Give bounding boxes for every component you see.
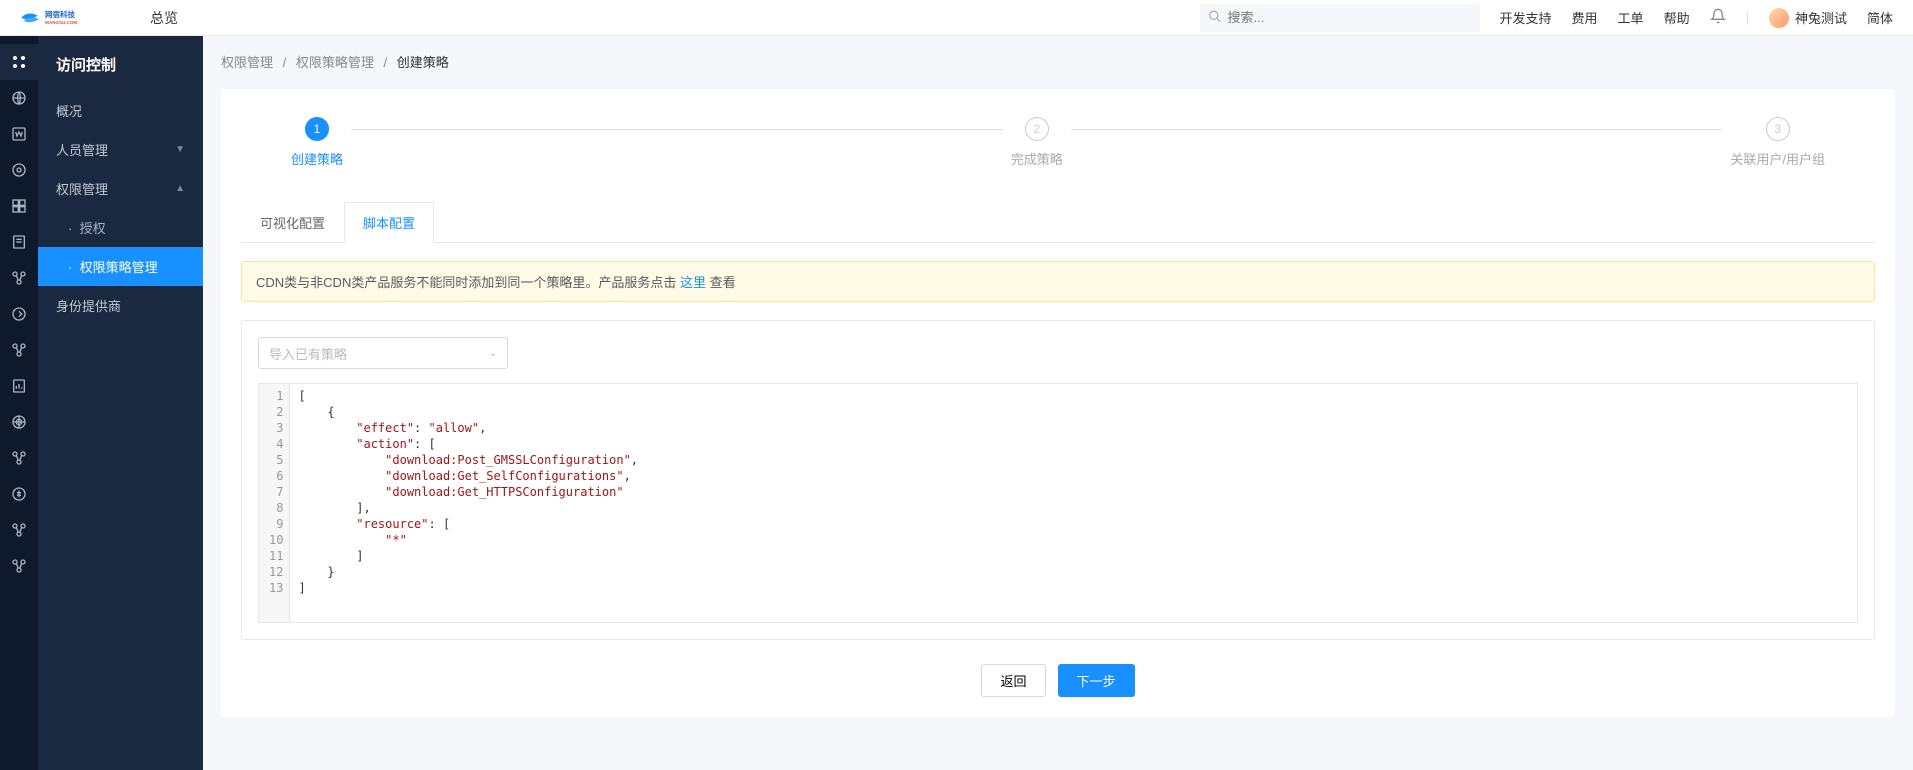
breadcrumb-item[interactable]: 权限策略管理 xyxy=(296,55,374,70)
header-link-help[interactable]: 帮助 xyxy=(1664,8,1690,27)
step-circle: 3 xyxy=(1766,117,1790,141)
search-box xyxy=(1200,4,1480,32)
rail-item-nodes[interactable] xyxy=(0,260,38,296)
back-button[interactable]: 返回 xyxy=(981,664,1045,697)
sidebar-item-label: 身份提供商 xyxy=(56,296,121,315)
line-gutter: 12345678910111213 xyxy=(259,384,290,622)
header-link-ticket[interactable]: 工单 xyxy=(1618,8,1644,27)
select-placeholder: 导入已有策略 xyxy=(269,344,347,363)
user-menu[interactable]: 神兔测试 xyxy=(1769,8,1847,28)
top-header: 网宿科技 WANGSU.COM 总览 开发支持 费用 工单 帮助 | 神兔测试 … xyxy=(0,0,1913,36)
alert-link[interactable]: 这里 xyxy=(680,275,706,290)
rail-item-cluster[interactable] xyxy=(0,332,38,368)
step-2: 2 完成策略 xyxy=(1011,117,1063,168)
rail-item-network[interactable] xyxy=(0,440,38,476)
language-switch[interactable]: 简体 xyxy=(1867,8,1893,27)
tabs: 可视化配置 脚本配置 xyxy=(241,202,1875,243)
step-3: 3 关联用户/用户组 xyxy=(1730,117,1825,168)
rail-item-apps[interactable] xyxy=(0,44,38,80)
breadcrumb: 权限管理 / 权限策略管理 / 创建策略 xyxy=(221,52,1895,71)
rail-item-report[interactable] xyxy=(0,368,38,404)
divider: | xyxy=(1746,10,1749,25)
rail-item-extra[interactable] xyxy=(0,548,38,584)
sidebar-subitem-policy[interactable]: · 权限策略管理 xyxy=(38,247,203,286)
breadcrumb-sep: / xyxy=(384,55,388,70)
rail-item-w[interactable] xyxy=(0,116,38,152)
search-input[interactable] xyxy=(1200,4,1480,32)
sidebar-item-idp[interactable]: 身份提供商 xyxy=(38,286,203,325)
chevron-up-icon: ▲ xyxy=(175,183,185,194)
step-label: 创建策略 xyxy=(291,149,343,168)
code-editor[interactable]: 12345678910111213 [ { "effect": "allow",… xyxy=(258,383,1858,623)
bullet-icon: · xyxy=(68,260,72,275)
username: 神兔测试 xyxy=(1795,8,1847,27)
svg-text:WANGSU.COM: WANGSU.COM xyxy=(45,20,77,25)
step-1: 1 创建策略 xyxy=(291,117,343,168)
chevron-down-icon: ⌄ xyxy=(489,348,497,359)
step-line xyxy=(351,129,1003,130)
sidebar: 访问控制 概况 人员管理 ▼ 权限管理 ▲ · 授权 · 权限策略管理 身份提供… xyxy=(38,36,203,770)
sidebar-item-label: 人员管理 xyxy=(56,140,108,159)
rail-item-grid[interactable] xyxy=(0,188,38,224)
rail-item-doc[interactable] xyxy=(0,224,38,260)
rail-item-cash[interactable] xyxy=(0,476,38,512)
breadcrumb-sep: / xyxy=(283,55,287,70)
rail-item-more[interactable] xyxy=(0,512,38,548)
tab-visual[interactable]: 可视化配置 xyxy=(241,202,344,243)
header-link-dev[interactable]: 开发支持 xyxy=(1500,8,1552,27)
sidebar-title: 访问控制 xyxy=(38,50,203,91)
sidebar-subitem-authorize[interactable]: · 授权 xyxy=(38,208,203,247)
rail-item-radar[interactable] xyxy=(0,404,38,440)
header-link-fee[interactable]: 费用 xyxy=(1572,8,1598,27)
sidebar-item-label: 权限管理 xyxy=(56,179,108,198)
step-circle: 1 xyxy=(305,117,329,141)
rail-item-shield[interactable] xyxy=(0,152,38,188)
sidebar-item-overview[interactable]: 概况 xyxy=(38,91,203,130)
step-label: 关联用户/用户组 xyxy=(1730,149,1825,168)
tab-script[interactable]: 脚本配置 xyxy=(344,202,434,243)
button-row: 返回 下一步 xyxy=(241,664,1875,697)
breadcrumb-item[interactable]: 权限管理 xyxy=(221,55,273,70)
step-line xyxy=(1071,129,1723,130)
info-alert: CDN类与非CDN类产品服务不能同时添加到同一个策略里。产品服务点击 这里 查看 xyxy=(241,261,1875,302)
content: 权限管理 / 权限策略管理 / 创建策略 1 创建策略 2 完成策略 3 xyxy=(203,36,1913,770)
nav-overview[interactable]: 总览 xyxy=(150,8,178,28)
bell-icon[interactable] xyxy=(1710,8,1726,27)
sidebar-item-people[interactable]: 人员管理 ▼ xyxy=(38,130,203,169)
alert-text: CDN类与非CDN类产品服务不能同时添加到同一个策略里。产品服务点击 xyxy=(256,275,680,290)
import-policy-select[interactable]: 导入已有策略 ⌄ xyxy=(258,337,508,369)
steps: 1 创建策略 2 完成策略 3 关联用户/用户组 xyxy=(241,109,1875,178)
bullet-icon: · xyxy=(68,221,72,236)
next-button[interactable]: 下一步 xyxy=(1058,664,1135,697)
sidebar-item-permission[interactable]: 权限管理 ▲ xyxy=(38,169,203,208)
logo-image: 网宿科技 WANGSU.COM xyxy=(20,8,120,28)
svg-text:网宿科技: 网宿科技 xyxy=(45,9,75,19)
logo[interactable]: 网宿科技 WANGSU.COM xyxy=(20,8,120,28)
step-circle: 2 xyxy=(1025,117,1049,141)
breadcrumb-item: 创建策略 xyxy=(397,55,449,70)
step-label: 完成策略 xyxy=(1011,149,1063,168)
chevron-down-icon: ▼ xyxy=(175,144,185,155)
main-card: 1 创建策略 2 完成策略 3 关联用户/用户组 可视化配置 脚本配置 xyxy=(221,89,1895,717)
sidebar-subitem-label: 权限策略管理 xyxy=(80,260,158,275)
search-icon xyxy=(1208,9,1222,26)
rail-item-cursor[interactable] xyxy=(0,296,38,332)
alert-text: 查看 xyxy=(706,275,736,290)
icon-rail xyxy=(0,36,38,770)
sidebar-subitem-label: 授权 xyxy=(80,221,106,236)
sidebar-item-label: 概况 xyxy=(56,101,82,120)
avatar xyxy=(1769,8,1789,28)
form-area: 导入已有策略 ⌄ 12345678910111213 [ { "effect":… xyxy=(241,320,1875,640)
code-content[interactable]: [ { "effect": "allow", "action": [ "down… xyxy=(290,384,1857,622)
rail-item-globe[interactable] xyxy=(0,80,38,116)
